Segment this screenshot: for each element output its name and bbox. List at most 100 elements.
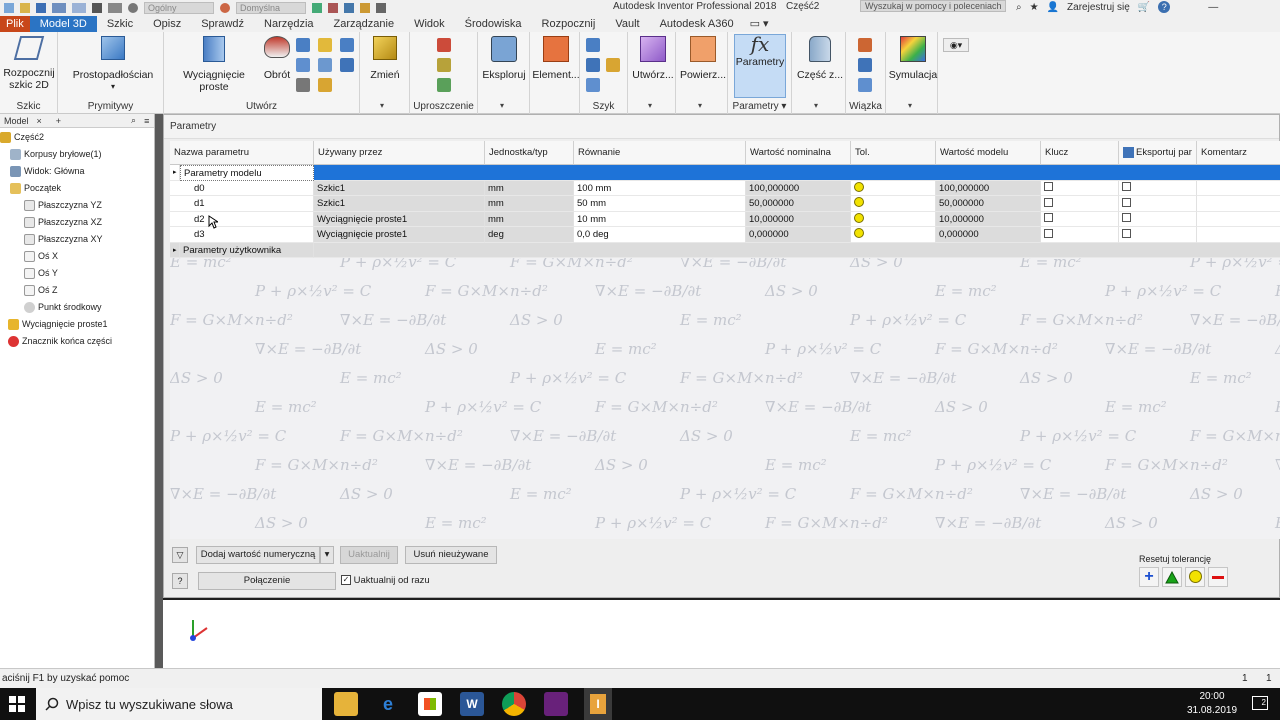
table-row[interactable]: d0 Szkic1 mm 100 mm 100,000000 100,00000… — [170, 180, 1280, 196]
harness-icon-2[interactable] — [858, 58, 872, 72]
edge-icon[interactable]: e — [376, 692, 400, 716]
tab-a360[interactable]: Autodesk A360 — [650, 16, 744, 32]
taskbar-search-input[interactable]: Wpisz tu wyszukiwane słowa — [36, 688, 322, 720]
open-icon[interactable] — [20, 3, 30, 13]
tree-item-plane-xz[interactable]: Płaszczyzna XZ — [24, 214, 102, 230]
browser-add-icon[interactable]: + — [56, 116, 61, 126]
graphics-viewport[interactable] — [163, 600, 1280, 668]
tab-get-started[interactable]: Rozpocznij — [532, 16, 606, 32]
tab-environments[interactable]: Środowiska — [455, 16, 532, 32]
col-header-used-by[interactable]: Używany przez — [314, 141, 485, 165]
param-equation[interactable]: 50 mm — [574, 196, 746, 212]
tolerance-lower-button[interactable] — [1208, 567, 1228, 587]
col-header-tolerance[interactable]: Tol. — [851, 141, 936, 165]
param-export[interactable] — [1119, 211, 1197, 227]
tab-model-3d[interactable]: Model 3D — [29, 16, 97, 32]
col-header-comment[interactable]: Komentarz — [1197, 141, 1280, 165]
tree-item-plane-yz[interactable]: Płaszczyzna YZ — [24, 197, 102, 213]
taskbar-clock[interactable]: 20:00 31.08.2019 — [1186, 690, 1238, 718]
start-sketch-button[interactable]: Rozpocznij szkic 2D — [2, 36, 56, 91]
tolerance-dot-icon[interactable] — [854, 228, 864, 239]
ribbon-extra-dropdown[interactable]: ◉▾ — [943, 38, 969, 52]
visual-studio-icon[interactable] — [544, 692, 568, 716]
star-icon[interactable]: ★ — [1030, 2, 1039, 13]
add-numeric-button[interactable]: Dodaj wartość numeryczną — [196, 546, 320, 564]
surface-dropdown-icon[interactable]: ▾ — [698, 101, 702, 110]
export-checkbox[interactable] — [1122, 197, 1131, 207]
export-checkbox[interactable] — [1122, 182, 1131, 192]
simulation-dropdown-icon[interactable]: ▾ — [908, 101, 912, 110]
param-name[interactable]: d1 — [170, 196, 314, 212]
import-icon[interactable] — [340, 38, 354, 52]
param-name[interactable]: d0 — [170, 180, 314, 196]
appearance-dropdown[interactable]: Domyślna — [236, 2, 306, 14]
signin-link[interactable]: Zarejestruj się — [1067, 2, 1130, 13]
tree-item-part[interactable]: Część2 — [0, 129, 44, 145]
coil-icon[interactable] — [296, 78, 310, 92]
key-checkbox[interactable] — [1044, 228, 1053, 238]
home-icon[interactable] — [92, 3, 102, 13]
col-header-export[interactable]: Eksportuj par — [1119, 141, 1197, 165]
rect-pattern-icon[interactable] — [586, 38, 600, 52]
param-tolerance[interactable] — [851, 227, 936, 243]
simplify-icon-3[interactable] — [437, 78, 451, 92]
param-key[interactable] — [1041, 227, 1119, 243]
param-unit[interactable]: mm — [485, 196, 574, 212]
param-unit[interactable]: mm — [485, 180, 574, 196]
ribbon-options-icon[interactable]: ▭ ▾ — [744, 16, 775, 32]
help-search-input[interactable]: Wyszukaj w pomocy i poleceniach — [860, 0, 1006, 12]
col-header-equation[interactable]: Równanie — [574, 141, 746, 165]
export-checkbox[interactable] — [1122, 213, 1131, 223]
tree-item-plane-xy[interactable]: Płaszczyzna XY — [24, 231, 103, 247]
tab-file[interactable]: Plik — [0, 16, 30, 32]
param-key[interactable] — [1041, 196, 1119, 212]
tree-item-center-point[interactable]: Punkt środkowy — [24, 299, 102, 315]
tab-annotate[interactable]: Opisz — [143, 16, 191, 32]
tolerance-nominal-button[interactable] — [1185, 567, 1205, 587]
modify-button[interactable]: Zmień — [364, 36, 406, 81]
loft-icon[interactable] — [296, 58, 310, 72]
browser-menu-icon[interactable]: ≡ — [144, 116, 149, 126]
tab-manage[interactable]: Zarządzanie — [324, 16, 405, 32]
material-icon[interactable] — [128, 3, 138, 13]
part-from-button[interactable]: Część z... — [794, 36, 846, 81]
param-export[interactable] — [1119, 196, 1197, 212]
col-header-nominal[interactable]: Wartość nominalna — [746, 141, 851, 165]
tree-item-end-of-part[interactable]: Znacznik końca części — [8, 333, 112, 349]
table-row[interactable]: d3 Wyciągnięcie proste1 deg 0,0 deg 0,00… — [170, 227, 1280, 243]
tolerance-dot-icon[interactable] — [854, 197, 864, 208]
tree-item-axis-x[interactable]: Oś X — [24, 248, 58, 264]
col-header-name[interactable]: Nazwa parametru — [170, 141, 314, 165]
param-equation[interactable]: 100 mm — [574, 180, 746, 196]
tab-sketch[interactable]: Szkic — [97, 16, 143, 32]
explore-dropdown-icon[interactable]: ▾ — [500, 101, 504, 110]
simplify-icon-2[interactable] — [437, 58, 451, 72]
select-icon[interactable] — [108, 3, 122, 13]
param-tolerance[interactable] — [851, 211, 936, 227]
param-tolerance[interactable] — [851, 196, 936, 212]
tree-item-origin[interactable]: Początek — [10, 180, 61, 196]
save-icon[interactable] — [36, 3, 46, 13]
file-explorer-icon[interactable] — [334, 692, 358, 716]
derive-icon[interactable] — [318, 78, 332, 92]
update-button[interactable]: Uaktualnij — [340, 546, 398, 564]
redo-icon[interactable] — [72, 3, 86, 13]
part-dropdown-icon[interactable]: ▾ — [814, 101, 818, 110]
tolerance-median-button[interactable] — [1162, 567, 1182, 587]
immediate-update-checkbox[interactable]: ✓ — [341, 575, 351, 586]
key-checkbox[interactable] — [1044, 213, 1053, 223]
emboss-icon[interactable] — [318, 58, 332, 72]
param-name[interactable]: d3 — [170, 227, 314, 243]
browser-search-icon[interactable]: ⌕ — [131, 115, 136, 126]
harness-icon-3[interactable] — [858, 78, 872, 92]
chrome-icon[interactable] — [502, 692, 526, 716]
help-icon[interactable]: ? — [172, 573, 188, 589]
key-checkbox[interactable] — [1044, 182, 1053, 192]
param-name[interactable]: d2 — [170, 211, 314, 227]
tree-item-axis-y[interactable]: Oś Y — [24, 265, 58, 281]
minimize-icon[interactable]: — — [1208, 2, 1218, 13]
browser-tab-model[interactable]: Model — [0, 116, 33, 126]
pane-splitter[interactable] — [155, 114, 163, 668]
param-equation[interactable]: 10 mm — [574, 211, 746, 227]
material-dropdown[interactable]: Ogólny — [144, 2, 214, 14]
